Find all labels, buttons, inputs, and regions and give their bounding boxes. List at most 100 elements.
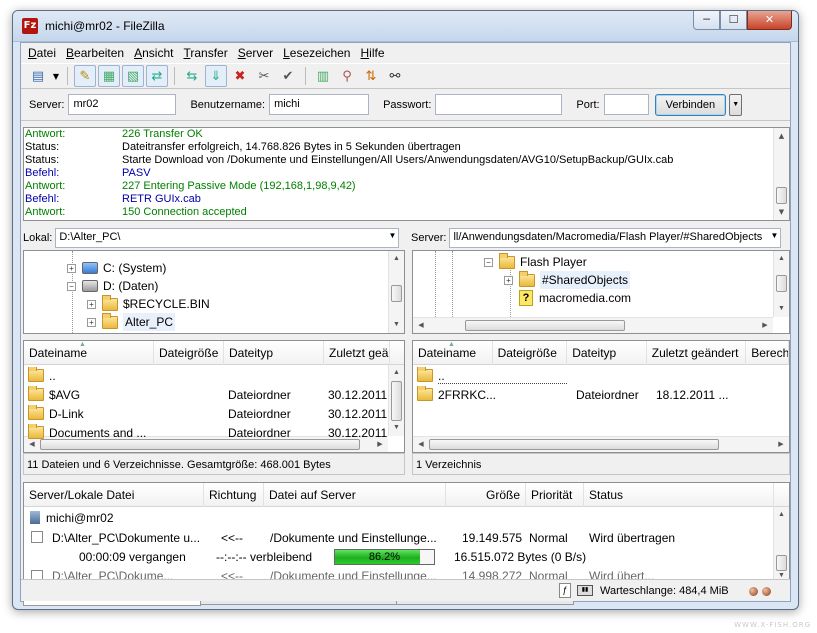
- tree-item-shared-objects[interactable]: + #SharedObjects: [504, 270, 631, 289]
- server-input[interactable]: mr02: [68, 94, 177, 115]
- tree-item-macromedia[interactable]: ? macromedia.com: [519, 289, 631, 307]
- cancel-icon[interactable]: ✖: [229, 65, 251, 87]
- scroll-thumb[interactable]: [391, 381, 402, 421]
- scroll-up-arrow-icon[interactable]: ▲: [389, 365, 404, 381]
- chevron-down-icon[interactable]: ▼: [771, 231, 779, 240]
- tree-item-d-drive[interactable]: − D: (Daten): [67, 277, 158, 295]
- scroll-thumb[interactable]: [429, 439, 719, 450]
- column-header-name[interactable]: ▲ Dateiname: [24, 341, 154, 365]
- local-directory-tree[interactable]: + C: (System) − D: (Daten) + $RECYCLE.BIN +…: [23, 250, 405, 334]
- site-manager-icon[interactable]: ▤: [27, 65, 49, 87]
- search-icon[interactable]: ⚯: [384, 65, 406, 87]
- queue-server-row[interactable]: michi@mr02: [30, 508, 114, 528]
- filezilla-app-icon[interactable]: Fz: [22, 18, 38, 34]
- menu-ansicht[interactable]: Ansicht: [129, 46, 178, 60]
- file-row[interactable]: ..: [24, 367, 390, 386]
- username-input[interactable]: michi: [269, 94, 370, 115]
- tree-item-recycle-bin[interactable]: + $RECYCLE.BIN: [87, 294, 210, 313]
- queue-item-local[interactable]: D:\Alter_PC\Dokumente u...: [52, 528, 200, 548]
- scroll-up-arrow-icon[interactable]: ▲: [774, 128, 789, 144]
- tree-item-c-drive[interactable]: + C: (System): [67, 259, 166, 277]
- refresh-icon[interactable]: ⇆: [181, 65, 203, 87]
- scroll-up-arrow-icon[interactable]: ▲: [774, 507, 789, 523]
- menu-transfer[interactable]: Transfer: [178, 46, 232, 60]
- expand-icon[interactable]: +: [87, 299, 96, 309]
- menu-lesezeichen[interactable]: Lesezeichen: [278, 46, 355, 60]
- collapse-icon[interactable]: −: [484, 257, 493, 267]
- local-tree-scrollbar[interactable]: ▲ ▼: [388, 251, 404, 333]
- expand-icon[interactable]: +: [87, 317, 96, 327]
- column-header-remote-file[interactable]: Datei auf Server: [264, 483, 446, 507]
- toggle-queue-icon[interactable]: ⇄: [146, 65, 168, 87]
- scroll-down-arrow-icon[interactable]: ▼: [774, 204, 789, 220]
- queue-scrollbar[interactable]: ▲ ▼: [773, 507, 789, 584]
- scroll-right-arrow-icon[interactable]: ▶: [773, 437, 789, 452]
- menu-datei[interactable]: Datei: [23, 46, 61, 60]
- local-list-scrollbar[interactable]: ▲ ▼: [388, 365, 404, 436]
- scroll-thumb[interactable]: [776, 187, 787, 204]
- connect-history-dropdown[interactable]: ▼: [729, 93, 743, 116]
- file-row[interactable]: D-Link Dateiordner 30.12.2011 ...: [24, 405, 390, 424]
- column-header-type[interactable]: Dateityp: [224, 341, 324, 365]
- connect-button[interactable]: Verbinden: [654, 93, 727, 116]
- dropdown-arrow-icon[interactable]: ▼: [51, 65, 61, 87]
- menu-bearbeiten[interactable]: Bearbeiten: [61, 46, 129, 60]
- column-header-modified[interactable]: Zuletzt geändert: [647, 341, 747, 365]
- directory-listing-icon[interactable]: ▥: [312, 65, 334, 87]
- disconnect-icon[interactable]: ✂: [253, 65, 275, 87]
- sync-browsing-icon[interactable]: ⇅: [360, 65, 382, 87]
- minimize-button[interactable]: ─: [693, 11, 720, 30]
- scroll-left-arrow-icon[interactable]: ◀: [413, 437, 429, 452]
- toggle-log-icon[interactable]: ✎: [74, 65, 96, 87]
- remote-path-combo[interactable]: ll/Anwendungsdaten/Macromedia/Flash Play…: [449, 228, 782, 248]
- scroll-thumb[interactable]: [465, 320, 625, 331]
- scroll-left-arrow-icon[interactable]: ◀: [413, 318, 429, 333]
- password-input[interactable]: [435, 94, 563, 115]
- local-file-list[interactable]: ▲ Dateiname Dateigröße Dateityp Zuletzt g…: [23, 340, 405, 453]
- column-header-status[interactable]: Status: [584, 483, 774, 507]
- remote-tree-hscrollbar[interactable]: ◀ ▶: [413, 317, 773, 333]
- log-scrollbar[interactable]: ▲ ▼: [773, 128, 789, 220]
- file-row[interactable]: 2FRRKC... Dateiordner 18.12.2011 ...: [413, 386, 752, 405]
- column-header-direction[interactable]: Richtung: [204, 483, 264, 507]
- port-input[interactable]: [603, 94, 649, 115]
- scroll-thumb[interactable]: [776, 275, 787, 292]
- column-header-type[interactable]: Dateityp: [567, 341, 647, 365]
- column-header-size[interactable]: Größe: [446, 483, 526, 507]
- scroll-up-arrow-icon[interactable]: ▲: [774, 251, 789, 267]
- scroll-down-arrow-icon[interactable]: ▼: [774, 301, 789, 317]
- title-bar[interactable]: Fz michi@mr02 - FileZilla ─ ☐ ✕: [13, 11, 798, 42]
- column-header-modified[interactable]: Zuletzt geä: [324, 341, 390, 365]
- column-header-local-file[interactable]: Server/Lokale Datei: [24, 483, 204, 507]
- close-button[interactable]: ✕: [747, 11, 792, 30]
- queue-item-remote[interactable]: /Dokumente und Einstellunge...: [270, 528, 437, 548]
- local-path-combo[interactable]: D:\Alter_PC\ ▼: [55, 228, 400, 248]
- file-row[interactable]: ..: [413, 367, 752, 386]
- scroll-down-arrow-icon[interactable]: ▼: [389, 317, 404, 333]
- column-header-permissions[interactable]: Berech: [746, 341, 789, 365]
- column-header-priority[interactable]: Priorität: [526, 483, 584, 507]
- toggle-local-tree-icon[interactable]: ▦: [98, 65, 120, 87]
- process-queue-icon[interactable]: ⇓: [205, 65, 227, 87]
- scroll-thumb[interactable]: [391, 285, 402, 302]
- file-row[interactable]: $AVG Dateiordner 30.12.2011 ...: [24, 386, 390, 405]
- menu-hilfe[interactable]: Hilfe: [355, 46, 389, 60]
- column-header-size[interactable]: Dateigröße: [493, 341, 568, 365]
- chevron-down-icon[interactable]: ▼: [388, 231, 396, 240]
- maximize-button[interactable]: ☐: [720, 11, 747, 30]
- expand-icon[interactable]: +: [504, 275, 513, 285]
- remote-directory-tree[interactable]: − Flash Player + #SharedObjects ? macromedi…: [412, 250, 790, 334]
- column-header-name[interactable]: ▲ Dateiname: [413, 341, 493, 365]
- scroll-up-arrow-icon[interactable]: ▲: [389, 251, 404, 267]
- menu-server[interactable]: Server: [233, 46, 278, 60]
- reconnect-icon[interactable]: ✔: [277, 65, 299, 87]
- remote-file-list[interactable]: ▲ Dateiname Dateigröße Dateityp Zuletzt g…: [412, 340, 790, 453]
- message-log[interactable]: Antwort: 226 Transfer OK Status: Dateitrans…: [23, 127, 790, 221]
- filter-icon[interactable]: ⚲: [336, 65, 358, 87]
- remote-tree-scrollbar[interactable]: ▲ ▼: [773, 251, 789, 317]
- tree-item-alter-pc[interactable]: + Alter_PC: [87, 312, 176, 331]
- toggle-remote-tree-icon[interactable]: ▧: [122, 65, 144, 87]
- scroll-down-arrow-icon[interactable]: ▼: [389, 420, 404, 436]
- tree-item-flash-player[interactable]: − Flash Player: [484, 252, 587, 271]
- transfer-queue[interactable]: Server/Lokale Datei Richtung Datei auf S…: [23, 482, 790, 585]
